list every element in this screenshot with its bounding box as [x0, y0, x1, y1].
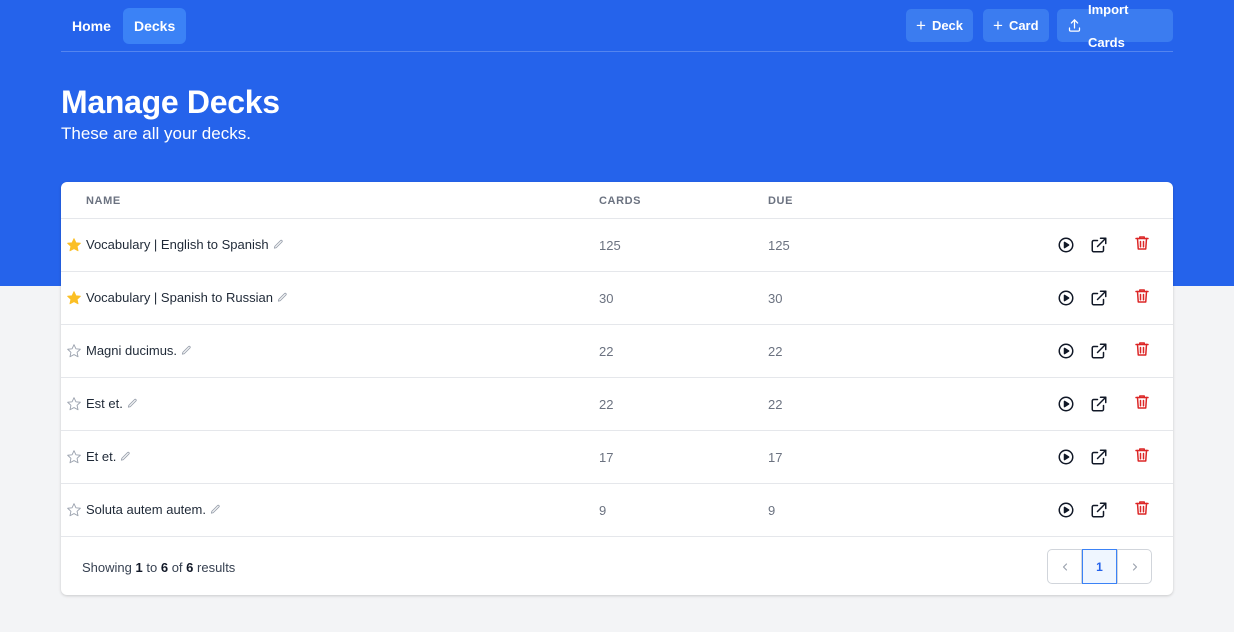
- external-link-icon[interactable]: [1090, 395, 1108, 413]
- due-count: 30: [768, 291, 783, 306]
- due-count: 9: [768, 503, 776, 518]
- deck-name[interactable]: Soluta autem autem.: [86, 502, 206, 517]
- external-link-icon[interactable]: [1090, 236, 1108, 254]
- pagination: 1: [1047, 549, 1152, 585]
- pencil-icon[interactable]: [127, 398, 138, 409]
- table-row: Est et. 22 22: [61, 378, 1173, 431]
- play-icon[interactable]: [1057, 501, 1075, 519]
- deck-name-cell: Est et.: [86, 396, 138, 411]
- play-icon[interactable]: [1057, 342, 1075, 360]
- column-header-due: DUE: [768, 195, 794, 207]
- of-word: of: [171, 560, 183, 575]
- play-icon[interactable]: [1057, 236, 1075, 254]
- table-footer: Showing 1 to 6 of 6 results 1: [61, 538, 1173, 595]
- cards-count: 22: [599, 397, 614, 412]
- pencil-icon[interactable]: [120, 451, 131, 462]
- column-header-cards: CARDS: [599, 195, 642, 207]
- import-cards-button[interactable]: Import Cards: [1057, 2, 1173, 50]
- nav-home-link[interactable]: Home: [61, 8, 122, 44]
- plus-icon: +: [993, 16, 1003, 35]
- add-card-button[interactable]: + Card: [983, 9, 1049, 42]
- column-header-name: NAME: [86, 195, 121, 207]
- deck-name-cell: Vocabulary | English to Spanish: [86, 237, 284, 252]
- table-row: Et et. 17 17: [61, 431, 1173, 484]
- star-icon[interactable]: [66, 502, 82, 518]
- trash-icon[interactable]: [1133, 234, 1151, 252]
- add-card-label: Card: [1008, 18, 1039, 33]
- external-link-icon[interactable]: [1090, 501, 1108, 519]
- showing-prefix: Showing: [82, 560, 132, 575]
- star-icon[interactable]: [66, 449, 82, 465]
- previous-page-button[interactable]: [1047, 549, 1082, 584]
- top-navbar: Home Decks + Deck + Card Import Cards: [61, 0, 1173, 52]
- chevron-right-icon: [1132, 562, 1137, 571]
- results-from: 1: [135, 560, 143, 575]
- external-link-icon[interactable]: [1090, 342, 1108, 360]
- trash-icon[interactable]: [1133, 499, 1151, 517]
- due-count: 17: [768, 450, 783, 465]
- results-to: 6: [160, 560, 169, 575]
- cards-count: 22: [599, 344, 614, 359]
- pencil-icon[interactable]: [277, 292, 288, 303]
- deck-name[interactable]: Vocabulary | English to Spanish: [86, 237, 269, 252]
- due-count: 125: [768, 238, 790, 253]
- star-icon[interactable]: [66, 396, 82, 412]
- add-deck-button[interactable]: + Deck: [906, 9, 974, 42]
- cards-count: 30: [599, 291, 614, 306]
- page-title: Manage Decks: [61, 84, 280, 120]
- plus-icon: +: [916, 16, 926, 35]
- deck-name[interactable]: Et et.: [86, 449, 116, 464]
- deck-name-cell: Et et.: [86, 449, 131, 464]
- page-subtitle: These are all your decks.: [61, 124, 251, 143]
- trash-icon[interactable]: [1133, 287, 1151, 305]
- play-icon[interactable]: [1057, 289, 1075, 307]
- trash-icon[interactable]: [1133, 446, 1151, 464]
- cards-count: 9: [599, 503, 607, 518]
- trash-icon[interactable]: [1133, 393, 1151, 411]
- due-count: 22: [768, 344, 783, 359]
- deck-name[interactable]: Est et.: [86, 396, 123, 411]
- nav-decks-link[interactable]: Decks: [123, 8, 187, 44]
- pencil-icon[interactable]: [273, 239, 284, 250]
- deck-name[interactable]: Vocabulary | Spanish to Russian: [86, 290, 273, 305]
- next-page-button[interactable]: [1117, 549, 1152, 584]
- due-count: 22: [768, 397, 783, 412]
- external-link-icon[interactable]: [1090, 448, 1108, 466]
- table-header: NAME CARDS DUE: [61, 182, 1173, 219]
- page-number-button[interactable]: 1: [1082, 549, 1117, 584]
- results-word: results: [197, 560, 236, 575]
- to-word: to: [146, 560, 158, 575]
- results-total: 6: [186, 560, 194, 575]
- deck-name[interactable]: Magni ducimus.: [86, 343, 177, 358]
- trash-icon[interactable]: [1133, 340, 1151, 358]
- deck-name-cell: Soluta autem autem.: [86, 502, 221, 517]
- table-row: Vocabulary | Spanish to Russian 30 30: [61, 272, 1173, 325]
- table-row: Magni ducimus. 22 22: [61, 325, 1173, 378]
- pencil-icon[interactable]: [181, 345, 192, 356]
- star-icon[interactable]: [66, 343, 82, 359]
- decks-table-card: NAME CARDS DUE Vocabulary | English to S…: [61, 182, 1173, 595]
- deck-name-cell: Magni ducimus.: [86, 343, 192, 358]
- star-icon[interactable]: [66, 290, 82, 306]
- star-icon[interactable]: [66, 237, 82, 253]
- upload-icon: [1067, 18, 1082, 33]
- cards-count: 125: [599, 238, 621, 253]
- deck-name-cell: Vocabulary | Spanish to Russian: [86, 290, 288, 305]
- results-summary: Showing 1 to 6 of 6 results: [82, 560, 235, 575]
- chevron-left-icon: [1062, 562, 1067, 571]
- cards-count: 17: [599, 450, 614, 465]
- table-row: Soluta autem autem. 9 9: [61, 484, 1173, 537]
- external-link-icon[interactable]: [1090, 289, 1108, 307]
- import-cards-label: Import Cards: [1088, 1, 1129, 50]
- pencil-icon[interactable]: [210, 504, 221, 515]
- play-icon[interactable]: [1057, 448, 1075, 466]
- play-icon[interactable]: [1057, 395, 1075, 413]
- table-row: Vocabulary | English to Spanish 125 125: [61, 219, 1173, 272]
- add-deck-label: Deck: [931, 18, 964, 33]
